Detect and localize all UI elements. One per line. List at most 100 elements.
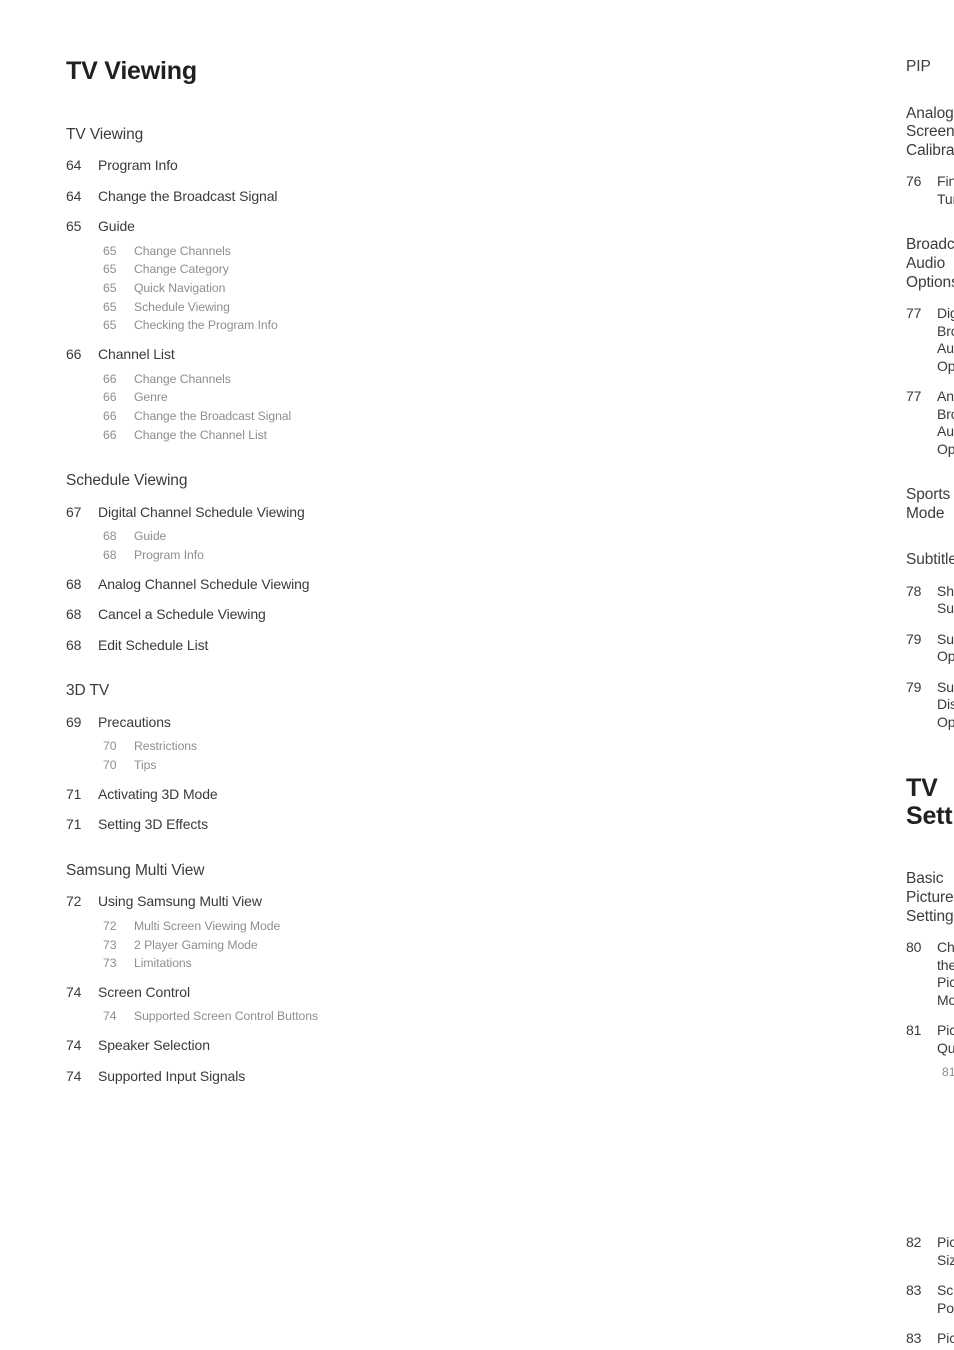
- toc-entry-page-number: 66: [66, 346, 82, 363]
- section-heading-schedule-viewing: Schedule Viewing: [66, 472, 188, 490]
- toc-entry-change-the-broadcast-signal[interactable]: 64 Change the Broadcast Signal: [66, 188, 420, 206]
- toc-entry-page-number: 68: [66, 636, 82, 653]
- toc-subentry-multi-screen-viewing-mode[interactable]: 72 Multi Screen Viewing Mode: [66, 918, 420, 936]
- toc-subentry-page-number: 72: [103, 918, 117, 933]
- toc-block-list-right-upper: PIP Analog Screen Calibration 76 Fine Tune B…: [440, 58, 954, 731]
- toc-entry-page-number: 79: [906, 630, 922, 647]
- toc-subentry-restrictions[interactable]: 70 Restrictions: [66, 738, 420, 756]
- toc-entry-page-number: 68: [66, 606, 82, 623]
- toc-entry-title: Picture Off: [937, 1330, 954, 1350]
- toc-subentry-applying-the-current-picture-quality-setting-to-another-input[interactable]: 81Applying the Current Picture Quality S…: [440, 1064, 954, 1223]
- toc-entry-page-number: 64: [66, 187, 82, 204]
- toc-entry-speaker-selection[interactable]: 74 Speaker Selection: [66, 1037, 420, 1055]
- toc-block-list-right-lower: Basic Picture Settings 80 Changing the Pic…: [440, 870, 954, 1350]
- toc-entry-analog-channel-schedule-viewing[interactable]: 68 Analog Channel Schedule Viewing: [66, 576, 420, 594]
- toc-subentry-title: Restrictions: [134, 739, 198, 754]
- toc-entry-title: Analog Channel Schedule Viewing: [98, 575, 310, 592]
- toc-subentry-page-number: 68: [103, 529, 117, 544]
- toc-entry-digital-channel-schedule-viewing[interactable]: 67 Digital Channel Schedule Viewing: [66, 504, 420, 522]
- toc-subentry-limitations[interactable]: 73 Limitations: [66, 955, 420, 973]
- toc-entry-analog-broadcast-audio-options[interactable]: 77 Analog Broadcast Audio Options: [440, 388, 954, 458]
- toc-subentry-title: Quick Navigation: [134, 280, 226, 295]
- toc-entry-page-number: 64: [66, 157, 82, 174]
- toc-subentry-title: Change the Channel List: [134, 427, 268, 442]
- toc-subentry-page-number: 65: [103, 299, 117, 314]
- toc-entry-activating-3d-mode[interactable]: 71 Activating 3D Mode: [66, 786, 420, 804]
- toc-subentry-change-the-channel-list[interactable]: 66 Change the Channel List: [66, 427, 420, 445]
- toc-subentry-page-number: 65: [103, 262, 117, 277]
- toc-entry-title: Picture Size: [937, 1234, 954, 1268]
- toc-subentry-page-number: 65: [103, 280, 117, 295]
- toc-entry-page-number: 77: [906, 388, 922, 405]
- toc-subentry-change-channels[interactable]: 66 Change Channels: [66, 371, 420, 389]
- toc-entry-show-subtitles[interactable]: 78 Show Subtitles: [440, 583, 954, 618]
- toc-entry-title: Activating 3D Mode: [98, 785, 218, 802]
- toc-subentry-change-the-broadcast-signal[interactable]: 66 Change the Broadcast Signal: [66, 408, 420, 426]
- toc-subentry-quick-navigation[interactable]: 65 Quick Navigation: [66, 280, 420, 298]
- section-heading-samsung-multi-view: Samsung Multi View: [66, 861, 205, 879]
- section-heading-analog-screen-calibration: Analog Screen Calibration: [906, 104, 954, 159]
- toc-entry-precautions[interactable]: 69 Precautions: [66, 714, 420, 732]
- toc-entry-guide[interactable]: 65 Guide: [66, 218, 420, 236]
- toc-subentry-title: Guide: [134, 529, 167, 544]
- section-heading-basic-picture-settings: Basic Picture Settings: [906, 870, 954, 925]
- toc-entry-title: Subtitle Options: [937, 630, 954, 665]
- toc-subentry-page-number: 66: [103, 371, 117, 386]
- toc-subentry-title: Change Category: [134, 262, 229, 277]
- toc-subentry-page-number: 66: [103, 390, 117, 405]
- toc-subentry-title: Change Channels: [134, 371, 231, 386]
- toc-subentry-page-number: 73: [103, 937, 117, 952]
- toc-block-list-left: TV Viewing 64 Program Info 64 Change the Bro…: [66, 126, 420, 1086]
- toc-subentry-group: 68 Guide 68 Program Info: [66, 528, 420, 564]
- toc-entry-title: Fine Tune: [937, 173, 954, 207]
- toc-subentry-supported-screen-control-buttons[interactable]: 74 Supported Screen Control Buttons: [66, 1008, 420, 1026]
- toc-subentry-change-category[interactable]: 65 Change Category: [66, 261, 420, 279]
- toc-entry-edit-schedule-list[interactable]: 68 Edit Schedule List: [66, 637, 420, 655]
- toc-entry-subtitle-display-options[interactable]: 79 Subtitle Display Options: [440, 679, 954, 732]
- toc-entry-page-number: 71: [66, 785, 82, 802]
- toc-entry-subtitle-options[interactable]: 79 Subtitle Options: [440, 631, 954, 666]
- toc-entry-setting-3d-effects[interactable]: 71 Setting 3D Effects: [66, 816, 420, 834]
- toc-entry-page-number: 82: [906, 1234, 922, 1251]
- toc-entry-supported-input-signals[interactable]: 74 Supported Input Signals: [66, 1068, 420, 1086]
- toc-entry-title: Using Samsung Multi View: [98, 893, 262, 910]
- toc-entry-screen-control[interactable]: 74 Screen Control: [66, 984, 420, 1002]
- toc-entry-cancel-a-schedule-viewing[interactable]: 68 Cancel a Schedule Viewing: [66, 606, 420, 624]
- toc-subentry-genre[interactable]: 66 Genre: [66, 389, 420, 407]
- toc-subentry-title: Schedule Viewing: [134, 299, 230, 314]
- toc-entry-fine-tune[interactable]: 76 Fine Tune: [440, 173, 954, 208]
- toc-entry-picture-size[interactable]: 82 Picture Size: [440, 1234, 954, 1269]
- toc-entry-title: Program Info: [98, 157, 178, 174]
- toc-entry-title: Change the Broadcast Signal: [98, 187, 278, 204]
- toc-entry-digital-broadcast-audio-options[interactable]: 77 Digital Broadcast Audio Options: [440, 305, 954, 375]
- toc-subentry-group: 70 Restrictions 70 Tips: [66, 738, 420, 774]
- toc-subentry-page-number: 74: [103, 1009, 117, 1024]
- toc-subentry-title: Limitations: [134, 956, 192, 971]
- toc-subentry-checking-the-program-info[interactable]: 65 Checking the Program Info: [66, 317, 420, 335]
- toc-subentry-title: Change the Broadcast Signal: [134, 408, 292, 423]
- toc-subentry-page-number: 65: [103, 243, 117, 258]
- toc-entry-page-number: 74: [66, 1037, 82, 1054]
- toc-entry-channel-list[interactable]: 66 Channel List: [66, 346, 420, 364]
- toc-subentry-change-channels[interactable]: 65 Change Channels: [66, 243, 420, 261]
- toc-entry-page-number: 72: [66, 893, 82, 910]
- toc-entry-title: Changing the Picture Mode: [937, 939, 954, 1008]
- toc-entry-using-samsung-multi-view[interactable]: 72 Using Samsung Multi View: [66, 893, 420, 911]
- toc-entry-picture-quality[interactable]: 81 Picture Quality: [440, 1022, 954, 1057]
- toc-entry-changing-the-picture-mode[interactable]: 80 Changing the Picture Mode: [440, 939, 954, 1009]
- toc-entry-page-number: 71: [66, 816, 82, 833]
- toc-subentry-schedule-viewing[interactable]: 65 Schedule Viewing: [66, 299, 420, 317]
- toc-subentry-2-player-gaming-mode[interactable]: 73 2 Player Gaming Mode: [66, 937, 420, 955]
- toc-subentry-guide[interactable]: 68 Guide: [66, 528, 420, 546]
- toc-entry-screen-position[interactable]: 83 Screen Position: [440, 1282, 954, 1317]
- toc-subentry-program-info[interactable]: 68 Program Info: [66, 547, 420, 565]
- toc-entry-program-info[interactable]: 64 Program Info: [66, 157, 420, 175]
- toc-entry-picture-off[interactable]: 83 Picture Off: [440, 1330, 954, 1350]
- toc-entry-page-number: 76: [906, 173, 922, 190]
- toc-entry-page-number: 80: [906, 939, 922, 956]
- toc-subentry-tips[interactable]: 70 Tips: [66, 757, 420, 775]
- toc-subentry-page-number: 70: [103, 758, 117, 773]
- toc-entry-title: Digital Broadcast Audio Options: [937, 305, 954, 374]
- toc-entry-title: Digital Channel Schedule Viewing: [98, 503, 305, 520]
- toc-subentry-title: 2 Player Gaming Mode: [134, 937, 258, 952]
